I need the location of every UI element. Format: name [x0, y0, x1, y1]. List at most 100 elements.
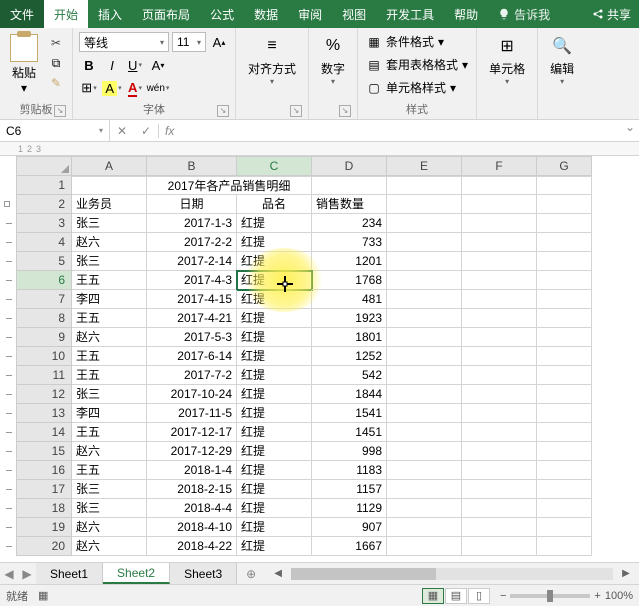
- cell-D1[interactable]: [312, 176, 387, 195]
- view-normal-button[interactable]: ▦: [422, 588, 444, 604]
- cell-F8[interactable]: [462, 309, 537, 328]
- cell-E6[interactable]: [387, 271, 462, 290]
- row-head-7[interactable]: 7: [16, 290, 72, 309]
- zoom-out-button[interactable]: −: [500, 590, 506, 602]
- cell-B9[interactable]: 2017-5-3: [147, 328, 237, 347]
- cell-G8[interactable]: [537, 309, 592, 328]
- record-macro-icon[interactable]: ▦: [38, 589, 48, 602]
- cell-E19[interactable]: [387, 518, 462, 537]
- cell-A15[interactable]: 赵六: [72, 442, 147, 461]
- cell-title[interactable]: 2017年各产品销售明细: [147, 176, 312, 195]
- cell-C11[interactable]: 红提: [237, 366, 312, 385]
- cell-D7[interactable]: 481: [312, 290, 387, 309]
- menu-tab-8[interactable]: 帮助: [444, 0, 488, 28]
- cell-C20[interactable]: 红提: [237, 537, 312, 556]
- cell-B15[interactable]: 2017-12-29: [147, 442, 237, 461]
- cell-B6[interactable]: 2017-4-3: [147, 271, 237, 290]
- clipboard-launcher[interactable]: ↘: [54, 105, 66, 117]
- menu-tab-4[interactable]: 数据: [244, 0, 288, 28]
- outline-toggle[interactable]: [4, 201, 10, 207]
- hscroll-right[interactable]: ▶: [619, 567, 633, 581]
- underline-button[interactable]: U▾: [125, 55, 145, 75]
- cell-C15[interactable]: 红提: [237, 442, 312, 461]
- cell-G15[interactable]: [537, 442, 592, 461]
- cell-F3[interactable]: [462, 214, 537, 233]
- sheet-tab-sheet2[interactable]: Sheet2: [103, 563, 170, 584]
- cell-E20[interactable]: [387, 537, 462, 556]
- cell-F11[interactable]: [462, 366, 537, 385]
- menu-share[interactable]: 共享: [584, 0, 639, 28]
- menu-tab-5[interactable]: 审阅: [288, 0, 332, 28]
- row-head-5[interactable]: 5: [16, 252, 72, 271]
- hscroll-left[interactable]: ◀: [271, 567, 285, 581]
- cell-C9[interactable]: 红提: [237, 328, 312, 347]
- menu-tab-3[interactable]: 公式: [200, 0, 244, 28]
- format-painter-button[interactable]: ✎: [46, 74, 66, 92]
- row-head-6[interactable]: 6: [16, 271, 72, 290]
- cell-C13[interactable]: 红提: [237, 404, 312, 423]
- cell-F6[interactable]: [462, 271, 537, 290]
- cell-E8[interactable]: [387, 309, 462, 328]
- cell-B10[interactable]: 2017-6-14: [147, 347, 237, 366]
- cell-C7[interactable]: 红提: [237, 290, 312, 309]
- number-launcher[interactable]: ↘: [339, 105, 351, 117]
- cell-B4[interactable]: 2017-2-2: [147, 233, 237, 252]
- cell-D18[interactable]: 1129: [312, 499, 387, 518]
- col-head-F[interactable]: F: [462, 156, 537, 176]
- font-color-button[interactable]: A▾: [125, 78, 145, 98]
- cell-F7[interactable]: [462, 290, 537, 309]
- cell-B2[interactable]: 日期: [147, 195, 237, 214]
- cell-G1[interactable]: [537, 176, 592, 195]
- row-head-15[interactable]: 15: [16, 442, 72, 461]
- font-launcher[interactable]: ↘: [217, 105, 229, 117]
- copy-button[interactable]: ⧉: [46, 54, 66, 72]
- cell-F19[interactable]: [462, 518, 537, 537]
- phonetic-button[interactable]: wén▾: [148, 78, 168, 98]
- cell-F12[interactable]: [462, 385, 537, 404]
- cell-F13[interactable]: [462, 404, 537, 423]
- menu-file[interactable]: 文件: [0, 0, 44, 28]
- cell-F15[interactable]: [462, 442, 537, 461]
- cell-D20[interactable]: 1667: [312, 537, 387, 556]
- cell-G7[interactable]: [537, 290, 592, 309]
- fx-icon[interactable]: fx: [158, 124, 180, 138]
- row-head-14[interactable]: 14: [16, 423, 72, 442]
- cell-C10[interactable]: 红提: [237, 347, 312, 366]
- cell-G6[interactable]: [537, 271, 592, 290]
- cell-F18[interactable]: [462, 499, 537, 518]
- cell-A17[interactable]: 张三: [72, 480, 147, 499]
- italic-button[interactable]: I: [102, 55, 122, 75]
- cell-styles-button[interactable]: ▢单元格样式 ▾: [364, 78, 458, 97]
- number-format-button[interactable]: % 数字▾: [315, 32, 351, 88]
- increase-font-button[interactable]: A▴: [209, 32, 229, 52]
- align-launcher[interactable]: ↘: [290, 105, 302, 117]
- row-head-18[interactable]: 18: [16, 499, 72, 518]
- cell-C18[interactable]: 红提: [237, 499, 312, 518]
- cell-G10[interactable]: [537, 347, 592, 366]
- row-head-20[interactable]: 20: [16, 537, 72, 556]
- table-format-button[interactable]: ▤套用表格格式 ▾: [364, 55, 470, 74]
- cell-B17[interactable]: 2018-2-15: [147, 480, 237, 499]
- cell-D6[interactable]: 1768: [312, 271, 387, 290]
- cell-F17[interactable]: [462, 480, 537, 499]
- fill-color-button[interactable]: A▾: [102, 78, 122, 98]
- cell-A10[interactable]: 王五: [72, 347, 147, 366]
- editing-button[interactable]: 🔍 编辑▾: [544, 32, 580, 88]
- cell-D9[interactable]: 1801: [312, 328, 387, 347]
- cell-F1[interactable]: [462, 176, 537, 195]
- cell-F20[interactable]: [462, 537, 537, 556]
- cell-E17[interactable]: [387, 480, 462, 499]
- cell-D10[interactable]: 1252: [312, 347, 387, 366]
- row-head-4[interactable]: 4: [16, 233, 72, 252]
- cell-A18[interactable]: 张三: [72, 499, 147, 518]
- cell-B14[interactable]: 2017-12-17: [147, 423, 237, 442]
- cell-A13[interactable]: 李四: [72, 404, 147, 423]
- cut-button[interactable]: ✂: [46, 34, 66, 52]
- cell-C3[interactable]: 红提: [237, 214, 312, 233]
- col-head-B[interactable]: B: [147, 156, 237, 176]
- cell-G16[interactable]: [537, 461, 592, 480]
- cancel-fx-button[interactable]: ✕: [110, 124, 134, 138]
- cell-D2[interactable]: 销售数量: [312, 195, 387, 214]
- cell-D19[interactable]: 907: [312, 518, 387, 537]
- menu-tab-6[interactable]: 视图: [332, 0, 376, 28]
